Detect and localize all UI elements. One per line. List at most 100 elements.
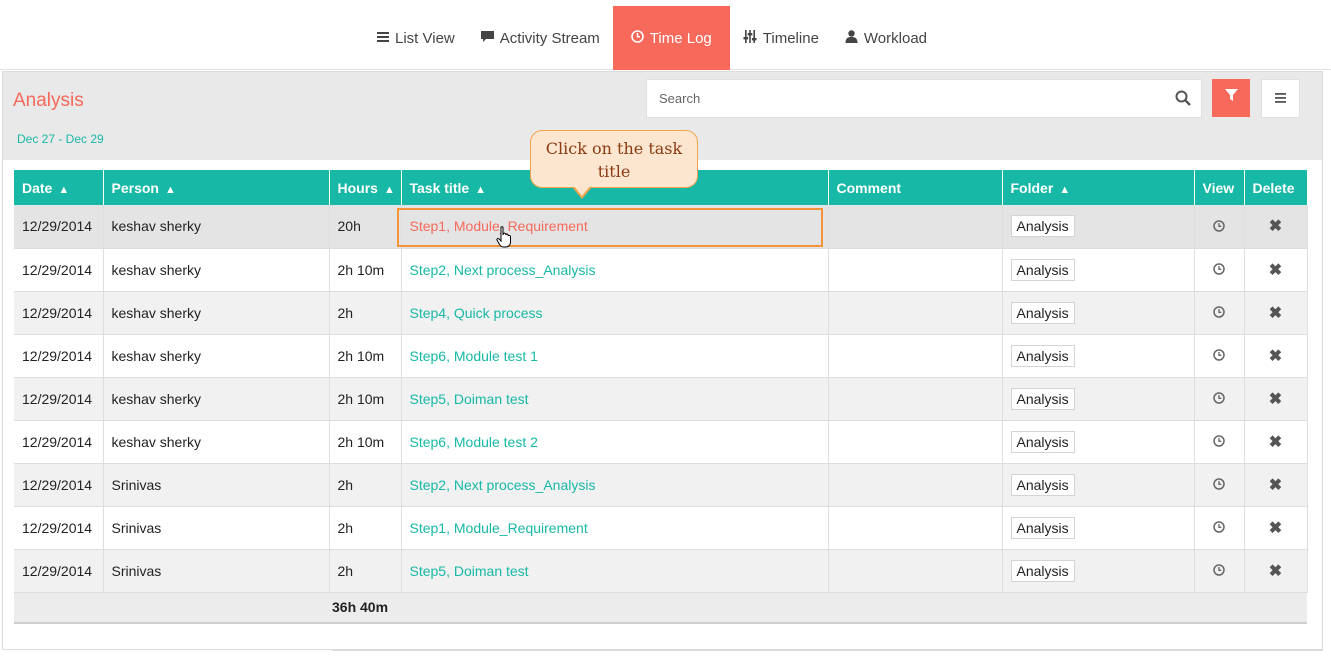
cell-folder: Analysis [1002, 377, 1195, 421]
delete-icon[interactable]: ✖ [1269, 563, 1282, 580]
cell-comment [828, 549, 1003, 593]
header-hours[interactable]: Hours ▲︎ [329, 170, 402, 205]
menu-button[interactable] [1261, 79, 1300, 118]
tab-workload[interactable]: Workload [832, 6, 940, 70]
cell-delete: ✖ [1244, 420, 1308, 464]
cell-delete: ✖ [1244, 549, 1308, 593]
task-title-link[interactable]: Step6, Module test 1 [410, 348, 538, 364]
cell-view [1194, 549, 1245, 593]
folder-tag[interactable]: Analysis [1010, 387, 1075, 410]
sort-icon: ▲︎ [164, 183, 176, 196]
menu-icon [1275, 90, 1286, 108]
task-title-link[interactable]: Step5, Doiman test [410, 563, 529, 579]
cell-view [1194, 463, 1245, 507]
view-clock-icon[interactable] [1213, 262, 1225, 278]
cell-hours: 2h [329, 463, 402, 507]
cell-task: Step1, Module_Requirement [401, 506, 829, 550]
cell-hours: 2h 10m [329, 248, 402, 292]
cell-hours: 2h 10m [329, 377, 402, 421]
cell-task: Step5, Doiman test [401, 549, 829, 593]
table-row: 12/29/2014 Srinivas 2h Step1, Module_Requir… [14, 506, 1308, 550]
cell-comment [828, 248, 1003, 292]
task-title-link[interactable]: Step4, Quick process [410, 305, 543, 321]
header-folder[interactable]: Folder ▲︎ [1002, 170, 1195, 205]
cell-view [1194, 248, 1245, 292]
cell-view [1194, 334, 1245, 378]
delete-icon[interactable]: ✖ [1269, 477, 1282, 494]
folder-tag[interactable]: Analysis [1010, 473, 1075, 496]
cell-comment [828, 377, 1003, 421]
view-clock-icon[interactable] [1213, 348, 1225, 364]
cell-view [1194, 420, 1245, 464]
tab-time-log[interactable]: Time Log [612, 6, 730, 70]
date-range[interactable]: Dec 27 - Dec 29 [17, 132, 104, 146]
delete-icon[interactable]: ✖ [1269, 348, 1282, 365]
delete-icon[interactable]: ✖ [1269, 218, 1282, 235]
table-row: 12/29/2014 keshav sherky 2h 10m Step6, Modu… [14, 334, 1308, 378]
view-clock-icon[interactable] [1213, 520, 1225, 536]
view-clock-icon[interactable] [1213, 305, 1225, 321]
view-clock-icon[interactable] [1213, 563, 1225, 579]
cell-date: 12/29/2014 [14, 248, 104, 292]
comment-icon [480, 30, 494, 46]
task-title-link[interactable]: Step5, Doiman test [410, 391, 529, 407]
delete-icon[interactable]: ✖ [1269, 391, 1282, 408]
cell-delete: ✖ [1244, 248, 1308, 292]
folder-tag[interactable]: Analysis [1010, 344, 1075, 367]
delete-icon[interactable]: ✖ [1269, 262, 1282, 279]
filter-button[interactable] [1212, 79, 1250, 117]
cell-date: 12/29/2014 [14, 463, 104, 507]
folder-tag[interactable]: Analysis [1010, 301, 1075, 324]
sort-icon: ▲︎ [383, 183, 395, 196]
tab-label: List View [395, 29, 455, 47]
header-person[interactable]: Person ▲︎ [103, 170, 330, 205]
folder-tag[interactable]: Analysis [1010, 559, 1075, 582]
folder-tag[interactable]: Analysis [1010, 215, 1075, 238]
search-icon[interactable] [1175, 90, 1191, 106]
tab-list-view[interactable]: List View [364, 6, 468, 70]
table-row: 12/29/2014 keshav sherky 2h Step4, Quick pr… [14, 291, 1308, 335]
header-comment: Comment [828, 170, 1003, 205]
view-clock-icon[interactable] [1213, 477, 1225, 493]
cell-date: 12/29/2014 [14, 205, 104, 249]
cell-delete: ✖ [1244, 463, 1308, 507]
cell-comment [828, 205, 1003, 249]
tab-activity-stream[interactable]: Activity Stream [468, 6, 613, 70]
task-title-link[interactable]: Step1, Module_Requirement [410, 218, 588, 234]
filter-icon [1224, 89, 1238, 107]
view-clock-icon[interactable] [1213, 219, 1225, 235]
cell-person: keshav sherky [103, 377, 330, 421]
folder-tag[interactable]: Analysis [1010, 430, 1075, 453]
task-title-link[interactable]: Step2, Next process_Analysis [410, 262, 596, 278]
view-clock-icon[interactable] [1213, 391, 1225, 407]
sort-icon: ▲︎ [58, 183, 70, 196]
cell-task: Step1, Module_Requirement [401, 205, 829, 249]
top-navigation: List View Activity Stream Time Log Timel… [0, 0, 1331, 70]
cell-comment [828, 506, 1003, 550]
delete-icon[interactable]: ✖ [1269, 520, 1282, 537]
delete-icon[interactable]: ✖ [1269, 305, 1282, 322]
cell-folder: Analysis [1002, 291, 1195, 335]
task-title-link[interactable]: Step6, Module test 2 [410, 434, 538, 450]
tab-label: Time Log [649, 29, 712, 47]
table-footer-row: 36h 40m [14, 592, 1307, 624]
cell-hours: 2h [329, 291, 402, 335]
task-title-link[interactable]: Step2, Next process_Analysis [410, 477, 596, 493]
table-row: 12/29/2014 keshav sherky 2h 10m Step2, Next… [14, 248, 1308, 292]
task-title-link[interactable]: Step1, Module_Requirement [410, 520, 588, 536]
total-hours: 36h 40m [329, 592, 401, 624]
folder-tag[interactable]: Analysis [1010, 516, 1075, 539]
folder-tag[interactable]: Analysis [1010, 258, 1075, 281]
search-box [646, 79, 1202, 118]
table-row: 12/29/2014 keshav sherky 2h 10m Step6, Modu… [14, 420, 1308, 464]
cell-hours: 2h 10m [329, 334, 402, 378]
tab-timeline[interactable]: Timeline [730, 6, 832, 70]
view-clock-icon[interactable] [1213, 434, 1225, 450]
table-row: 12/29/2014 Srinivas 2h Step2, Next process_… [14, 463, 1308, 507]
delete-icon[interactable]: ✖ [1269, 434, 1282, 451]
header-date[interactable]: Date ▲︎ [14, 170, 104, 205]
search-input[interactable] [647, 80, 1157, 117]
cell-task: Step4, Quick process [401, 291, 829, 335]
cell-delete: ✖ [1244, 291, 1308, 335]
instruction-callout: Click on the task title [530, 130, 698, 188]
